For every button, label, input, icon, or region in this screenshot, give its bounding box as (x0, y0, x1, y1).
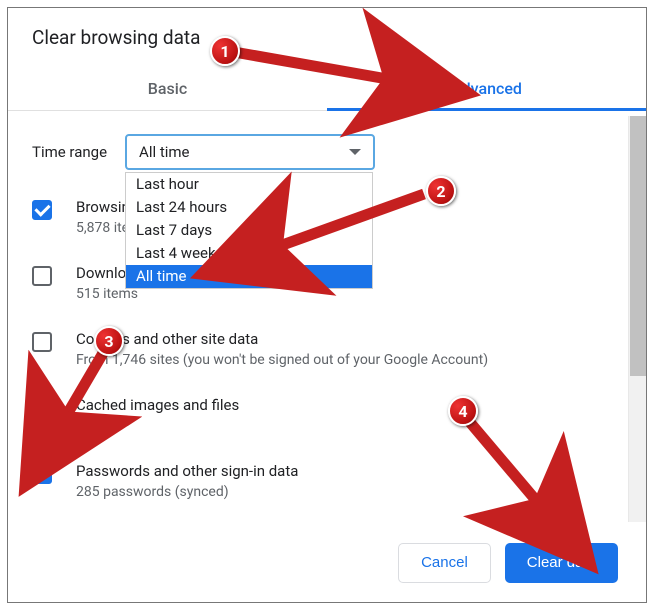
item-label: Cookies and other site data (76, 330, 488, 348)
list-item: Cached images and files 227 MB (32, 396, 628, 434)
chevron-down-icon (349, 149, 361, 155)
item-label: Passwords and other sign-in data (76, 462, 298, 480)
checkbox-cookies[interactable] (32, 332, 52, 352)
clear-data-button-label: Clear data (527, 554, 596, 571)
tab-basic-label: Basic (148, 79, 187, 98)
dialog-container: Clear browsing data Basic Advanced Time … (7, 7, 647, 603)
checkbox-download-history[interactable] (32, 266, 52, 286)
item-text: Passwords and other sign-in data 285 pas… (76, 462, 298, 500)
dropdown-item[interactable]: Last 4 weeks (126, 242, 372, 265)
scrollbar[interactable] (628, 116, 646, 524)
checkbox-browsing-history[interactable] (32, 200, 52, 220)
item-text: Cookies and other site data From 1,746 s… (76, 330, 488, 368)
item-sub: 227 MB (76, 418, 239, 434)
time-range-row: Time range All time Last hour Last 24 ho… (32, 134, 628, 170)
item-text: Cached images and files 227 MB (76, 396, 239, 434)
dropdown-item-selected[interactable]: All time (126, 265, 372, 288)
tabs: Basic Advanced (8, 67, 646, 111)
cancel-button-label: Cancel (421, 554, 468, 571)
list-item: Cookies and other site data From 1,746 s… (32, 330, 628, 368)
dropdown-item[interactable]: Last hour (126, 173, 372, 196)
tab-advanced-label: Advanced (451, 79, 522, 98)
checkbox-cached[interactable] (32, 398, 52, 418)
time-range-select[interactable]: All time Last hour Last 24 hours Last 7 … (125, 134, 375, 170)
item-label: Cached images and files (76, 396, 239, 414)
dialog-footer: Cancel Clear data (8, 522, 646, 602)
list-item: Passwords and other sign-in data 285 pas… (32, 462, 628, 500)
item-sub: 285 passwords (synced) (76, 484, 298, 500)
dropdown-item[interactable]: Last 7 days (126, 219, 372, 242)
scroll-area: Time range All time Last hour Last 24 ho… (8, 116, 646, 524)
item-sub: From 1,746 sites (you won't be signed ou… (76, 352, 488, 368)
time-range-value: All time (139, 143, 189, 161)
tab-basic[interactable]: Basic (8, 67, 327, 110)
dialog-title: Clear browsing data (8, 8, 646, 67)
scrollbar-thumb[interactable] (630, 116, 646, 376)
cancel-button[interactable]: Cancel (398, 543, 491, 583)
tab-advanced[interactable]: Advanced (327, 67, 646, 110)
checkbox-passwords[interactable] (32, 464, 52, 484)
dropdown-item[interactable]: Last 24 hours (126, 196, 372, 219)
content: Time range All time Last hour Last 24 ho… (8, 116, 628, 550)
clear-data-button[interactable]: Clear data (505, 543, 618, 583)
time-range-label: Time range (32, 143, 107, 161)
time-range-dropdown: Last hour Last 24 hours Last 7 days Last… (125, 172, 373, 289)
